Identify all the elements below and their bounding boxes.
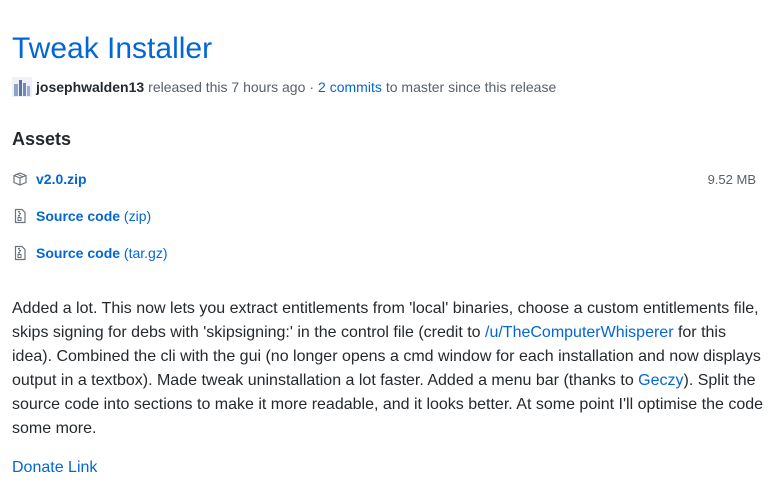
asset-download-link[interactable]: v2.0.zip <box>36 171 87 187</box>
meta-separator: · <box>309 79 315 95</box>
geczy-link[interactable]: Geczy <box>638 372 683 389</box>
file-zip-icon <box>12 208 28 224</box>
author-link[interactable]: josephwalden13 <box>36 77 144 97</box>
donate-link[interactable]: Donate Link <box>12 456 97 480</box>
source-code-label: Source code <box>36 245 121 261</box>
asset-row: Source code (tar.gz) <box>12 242 756 264</box>
source-code-label: Source code <box>36 208 121 224</box>
source-code-targz-link[interactable]: Source code (tar.gz) <box>36 245 168 261</box>
release-title[interactable]: Tweak Installer <box>12 30 212 68</box>
commits-suffix: to master since this release <box>385 79 557 95</box>
asset-size: 9.52 MB <box>707 171 756 187</box>
source-format-label: (zip) <box>123 208 152 224</box>
asset-row: v2.0.zip 9.52 MB <box>12 168 756 190</box>
release-meta: josephwalden13 released this 7 hours ago… <box>12 77 556 97</box>
asset-row: Source code (zip) <box>12 205 756 227</box>
source-code-zip-link[interactable]: Source code (zip) <box>36 208 151 224</box>
file-zip-icon <box>12 245 28 261</box>
avatar[interactable] <box>12 77 32 97</box>
released-text: released this 7 hours ago <box>148 79 306 95</box>
release-notes: Added a lot. This now lets you extract e… <box>12 297 764 441</box>
package-icon <box>12 171 28 187</box>
assets-heading: Assets <box>12 129 72 149</box>
source-format-label: (tar.gz) <box>123 245 168 261</box>
reddit-user-link[interactable]: /u/TheComputerWhisperer <box>485 324 674 341</box>
commits-link[interactable]: 2 commits <box>318 77 382 97</box>
